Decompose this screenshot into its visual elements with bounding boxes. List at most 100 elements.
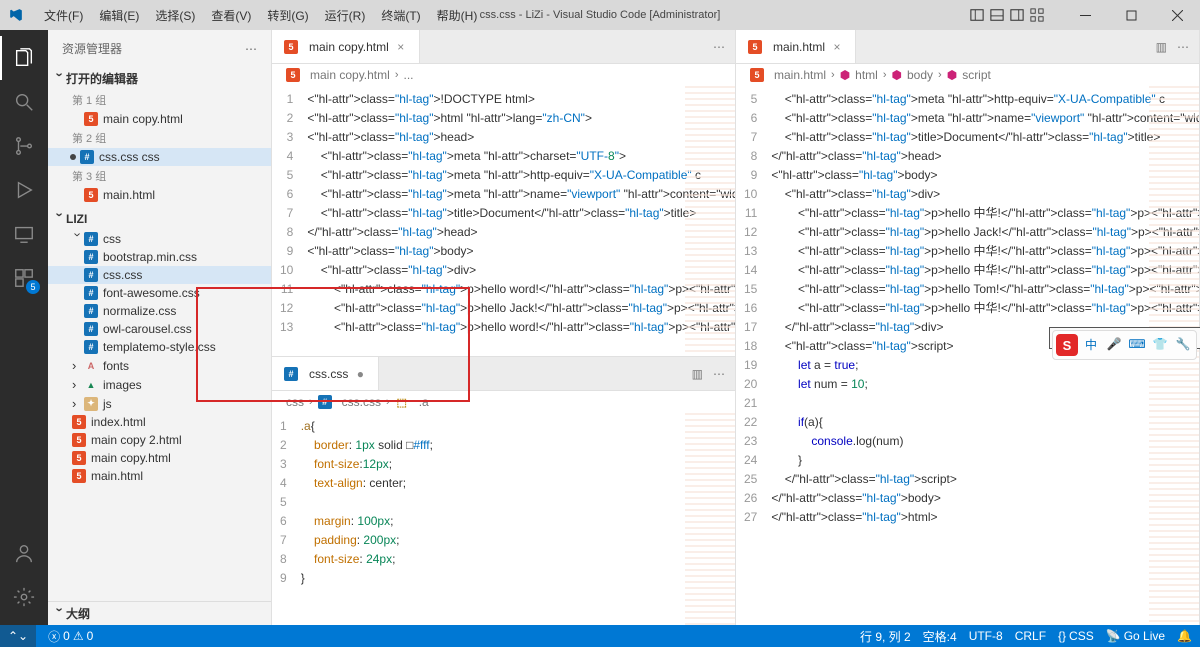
status-line-col[interactable]: 行 9, 列 2 — [860, 628, 911, 645]
dirty-close-icon[interactable]: ● — [354, 368, 366, 380]
status-eol[interactable]: CRLF — [1015, 629, 1046, 643]
breadcrumbs-left-bot[interactable]: css › #css.css › ⬚.a — [272, 391, 735, 413]
status-spaces[interactable]: 空格:4 — [923, 628, 957, 645]
section-open-editors[interactable]: 打开的编辑器 — [48, 67, 271, 90]
folder-images[interactable]: ▲images — [48, 375, 271, 394]
layout-grid-icon[interactable] — [1030, 8, 1044, 22]
activitybar: 5 — [0, 30, 48, 625]
main: 5 资源管理器⋯ 打开的编辑器 第 1 组 5main copy.html 第 … — [0, 30, 1200, 625]
titlebar: 文件(F) 编辑(E) 选择(S) 查看(V) 转到(G) 运行(R) 终端(T… — [0, 0, 1200, 30]
breadcrumbs-left-top[interactable]: 5main copy.html › ... — [272, 64, 735, 86]
window-controls — [970, 0, 1200, 30]
file-fontawesome-css[interactable]: #font-awesome.css — [48, 284, 271, 302]
ime-shirt-icon[interactable]: 👕 — [1150, 334, 1170, 354]
activity-run-debug[interactable] — [0, 168, 48, 212]
minimap[interactable] — [685, 86, 735, 356]
editor-group-3-label: 第 3 组 — [48, 166, 271, 186]
split-editor-icon[interactable]: ▥ — [1156, 40, 1167, 54]
window-close-button[interactable] — [1154, 0, 1200, 30]
tab-main-copy[interactable]: 5main copy.html× — [272, 30, 420, 63]
menu-view[interactable]: 查看(V) — [203, 1, 259, 30]
activity-extensions[interactable]: 5 — [0, 256, 48, 300]
app-icon — [0, 8, 32, 22]
statusbar: ⌃⌄ ⓧ 0 ⚠ 0 行 9, 列 2 空格:4 UTF-8 CRLF {} C… — [0, 625, 1200, 647]
sidebar-more-icon[interactable]: ⋯ — [245, 42, 257, 56]
editor-group-2-label: 第 2 组 — [48, 128, 271, 148]
ime-lang-icon[interactable]: 中 — [1081, 334, 1101, 354]
folder-fonts[interactable]: Afonts — [48, 356, 271, 375]
file-css-css[interactable]: #css.css — [48, 266, 271, 284]
activity-remote[interactable] — [0, 212, 48, 256]
activity-settings[interactable] — [0, 575, 48, 619]
file-owl-carousel-css[interactable]: #owl-carousel.css — [48, 320, 271, 338]
editor-more-icon[interactable]: ⋯ — [713, 367, 725, 381]
sogou-icon[interactable]: S — [1056, 334, 1078, 356]
ime-keyboard-icon[interactable]: ⌨ — [1127, 334, 1147, 354]
ime-tool-icon[interactable]: 🔧 — [1173, 334, 1193, 354]
tab-css[interactable]: #css.css● — [272, 357, 379, 390]
menu-file[interactable]: 文件(F) — [36, 1, 91, 30]
tabbar-right: 5main.html× ▥ ⋯ — [736, 30, 1199, 64]
section-outline[interactable]: 大纲 — [48, 601, 271, 625]
editor-css[interactable]: 123456789 .a{ border: 1px solid □#fff; f… — [272, 413, 735, 625]
activity-explorer[interactable] — [0, 36, 48, 80]
close-icon[interactable]: × — [831, 41, 843, 53]
window-maximize-button[interactable] — [1108, 0, 1154, 30]
dirty-icon — [70, 154, 76, 160]
menubar: 文件(F) 编辑(E) 选择(S) 查看(V) 转到(G) 运行(R) 终端(T… — [32, 1, 485, 30]
open-editor-css[interactable]: #css.css css — [48, 148, 271, 166]
editor-main-copy[interactable]: 12345678910111213 <"hl-attr">class="hl-t… — [272, 86, 735, 356]
tabbar-left-bot: #css.css● ▥ ⋯ — [272, 357, 735, 391]
status-notifications[interactable]: 🔔 — [1177, 629, 1192, 643]
layout-primary-icon[interactable] — [970, 8, 984, 22]
menu-help[interactable]: 帮助(H) — [429, 1, 486, 30]
layout-panel-icon[interactable] — [990, 8, 1004, 22]
menu-run[interactable]: 运行(R) — [317, 1, 374, 30]
folder-css[interactable]: #css — [48, 229, 271, 248]
file-index-html[interactable]: 5index.html — [48, 413, 271, 431]
tab-main[interactable]: 5main.html× — [736, 30, 856, 63]
layout-secondary-icon[interactable] — [1010, 8, 1024, 22]
status-language[interactable]: {} CSS — [1058, 629, 1094, 643]
close-icon[interactable]: × — [395, 41, 407, 53]
split-editor-icon[interactable]: ▥ — [692, 367, 703, 381]
menu-terminal[interactable]: 终端(T) — [373, 1, 428, 30]
open-editor-main[interactable]: 5main.html — [48, 186, 271, 204]
tabbar-left-top: 5main copy.html× ⋯ — [272, 30, 735, 64]
file-main-html[interactable]: 5main.html — [48, 467, 271, 485]
window-title: css.css - LiZi - Visual Studio Code [Adm… — [480, 9, 721, 21]
breadcrumbs-right[interactable]: 5main.html › ⬢ html › ⬢ body › ⬢ script — [736, 64, 1199, 86]
status-encoding[interactable]: UTF-8 — [969, 629, 1003, 643]
file-templatemo-css[interactable]: #templatemo-style.css — [48, 338, 271, 356]
file-bootstrap-css[interactable]: #bootstrap.min.css — [48, 248, 271, 266]
section-project[interactable]: LIZI — [48, 208, 271, 229]
activity-search[interactable] — [0, 80, 48, 124]
activity-source-control[interactable] — [0, 124, 48, 168]
status-golive[interactable]: 📡 Go Live — [1106, 629, 1165, 643]
menu-goto[interactable]: 转到(G) — [259, 1, 316, 30]
folder-js[interactable]: ✦js — [48, 394, 271, 413]
editor-group-right: 5main.html× ▥ ⋯ 5main.html › ⬢ html › ⬢ b… — [736, 30, 1200, 625]
file-main-copy2-html[interactable]: 5main copy 2.html — [48, 431, 271, 449]
editors: 5main copy.html× ⋯ 5main copy.html › ...… — [272, 30, 1200, 625]
ime-mic-icon[interactable]: 🎤 — [1104, 334, 1124, 354]
open-editor-main-copy[interactable]: 5main copy.html — [48, 110, 271, 128]
editor-group-1-label: 第 1 组 — [48, 90, 271, 110]
editor-more-icon[interactable]: ⋯ — [1177, 40, 1189, 54]
activity-account[interactable] — [0, 531, 48, 575]
file-main-copy-html[interactable]: 5main copy.html — [48, 449, 271, 467]
editor-group-left: 5main copy.html× ⋯ 5main copy.html › ...… — [272, 30, 736, 625]
status-problems[interactable]: ⓧ 0 ⚠ 0 — [48, 628, 93, 645]
window-minimize-button[interactable] — [1062, 0, 1108, 30]
vscode-window: 文件(F) 编辑(E) 选择(S) 查看(V) 转到(G) 运行(R) 终端(T… — [0, 0, 1200, 647]
menu-edit[interactable]: 编辑(E) — [91, 1, 147, 30]
ime-toolbar[interactable]: S 中 🎤 ⌨ 👕 🔧 — [1052, 330, 1197, 360]
minimap[interactable] — [685, 413, 735, 625]
sidebar-explorer: 资源管理器⋯ 打开的编辑器 第 1 组 5main copy.html 第 2 … — [48, 30, 272, 625]
extensions-badge: 5 — [26, 280, 40, 294]
file-normalize-css[interactable]: #normalize.css — [48, 302, 271, 320]
sidebar-title: 资源管理器⋯ — [48, 30, 271, 65]
editor-more-icon[interactable]: ⋯ — [713, 40, 725, 54]
menu-select[interactable]: 选择(S) — [147, 1, 203, 30]
status-remote[interactable]: ⌃⌄ — [0, 625, 36, 647]
